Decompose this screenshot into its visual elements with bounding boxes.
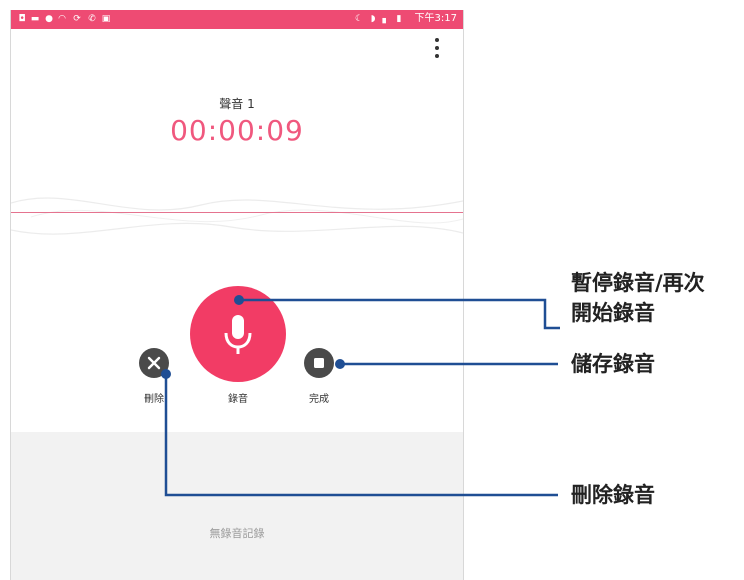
callout-dot-save [335,359,345,369]
callout-line-pause [239,298,560,330]
callout-delete: 刪除錄音 [571,483,655,507]
callout-pause-resume: 暫停錄音/再次 開始錄音 [571,268,705,328]
callout-pause-resume-line2: 開始錄音 [571,301,655,325]
callout-dot-pause [234,295,244,305]
callout-line-delete [164,374,558,497]
callout-pause-resume-line1: 暫停錄音/再次 [571,271,705,295]
callout-save: 儲存錄音 [571,352,655,376]
callout-dot-delete [161,369,171,379]
